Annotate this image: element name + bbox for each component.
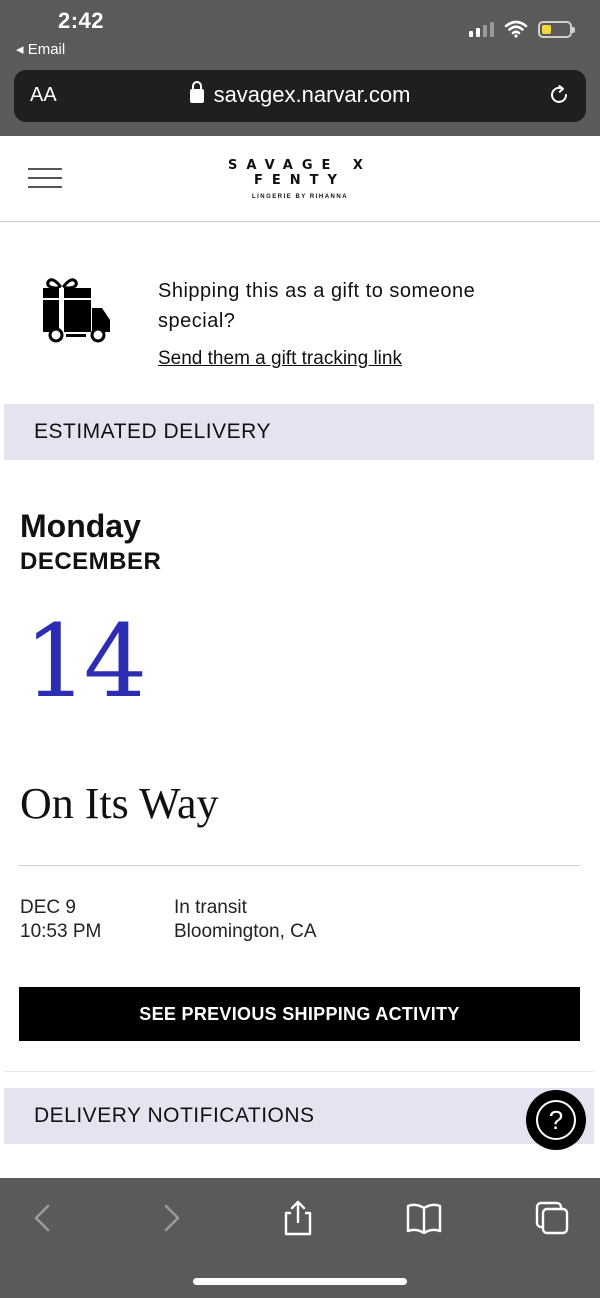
event-time: 10:53 PM (20, 921, 102, 942)
event-timestamp: DEC 9 10:53 PM (20, 896, 101, 944)
event-status: In transit (174, 897, 247, 918)
estimated-delivery-label: ESTIMATED DELIVERY (34, 420, 271, 443)
back-to-email-link[interactable]: ◂ Email (16, 40, 65, 58)
gift-truck-icon (43, 278, 110, 343)
delivery-day-number: 14 (24, 603, 147, 720)
browser-chrome-top: 2:42 ◂ Email AA savagex.narvar.com (0, 0, 600, 136)
divider (18, 865, 580, 866)
site-header: SAVAGE X FENTY LINGERIE BY RIHANNA (0, 136, 600, 222)
cellular-signal-icon (469, 21, 494, 37)
url-text: savagex.narvar.com (213, 82, 411, 107)
event-date: DEC 9 (20, 897, 76, 918)
brand-name: SAVAGE X FENTY (228, 158, 372, 188)
shipment-status: On Its Way (20, 779, 219, 828)
lock-icon (189, 81, 204, 103)
event-location: Bloomington, CA (174, 921, 317, 942)
event-details: In transit Bloomington, CA (174, 896, 317, 944)
bookmarks-icon[interactable] (404, 1198, 444, 1238)
gift-promo: Shipping this as a gift to someone speci… (0, 222, 600, 404)
delivery-notifications-label: DELIVERY NOTIFICATIONS (34, 1104, 315, 1127)
url-bar[interactable]: AA savagex.narvar.com (14, 70, 586, 122)
help-button[interactable]: ? (526, 1090, 586, 1150)
forward-arrow-icon[interactable] (152, 1198, 192, 1238)
question-icon: ? (536, 1100, 576, 1140)
delivery-weekday: Monday (20, 508, 141, 544)
delivery-card: Monday DECEMBER 14 On Its Way DEC 9 10:5… (4, 460, 594, 1072)
url-display[interactable]: savagex.narvar.com (14, 81, 586, 108)
hamburger-icon[interactable] (28, 168, 62, 190)
status-indicators (469, 20, 575, 38)
see-previous-activity-button[interactable]: SEE PREVIOUS SHIPPING ACTIVITY (19, 987, 580, 1041)
gift-tracking-link[interactable]: Send them a gift tracking link (158, 348, 402, 370)
delivery-month: DECEMBER (20, 548, 162, 575)
tabs-icon[interactable] (532, 1198, 572, 1238)
status-time: 2:42 (58, 8, 105, 33)
brand-tagline: LINGERIE BY RIHANNA (251, 194, 349, 200)
estimated-delivery-header: ESTIMATED DELIVERY (4, 404, 594, 460)
back-arrow-icon[interactable] (22, 1198, 62, 1238)
delivery-notifications-header[interactable]: DELIVERY NOTIFICATIONS (4, 1088, 594, 1144)
gift-message: Shipping this as a gift to someone speci… (158, 280, 476, 332)
share-icon[interactable] (278, 1198, 318, 1238)
reload-icon[interactable] (548, 84, 570, 106)
brand-logo[interactable]: SAVAGE X FENTY LINGERIE BY RIHANNA (180, 158, 420, 200)
battery-icon (538, 20, 575, 38)
wifi-icon (504, 20, 528, 38)
browser-toolbar (0, 1178, 600, 1298)
home-indicator (193, 1278, 407, 1285)
